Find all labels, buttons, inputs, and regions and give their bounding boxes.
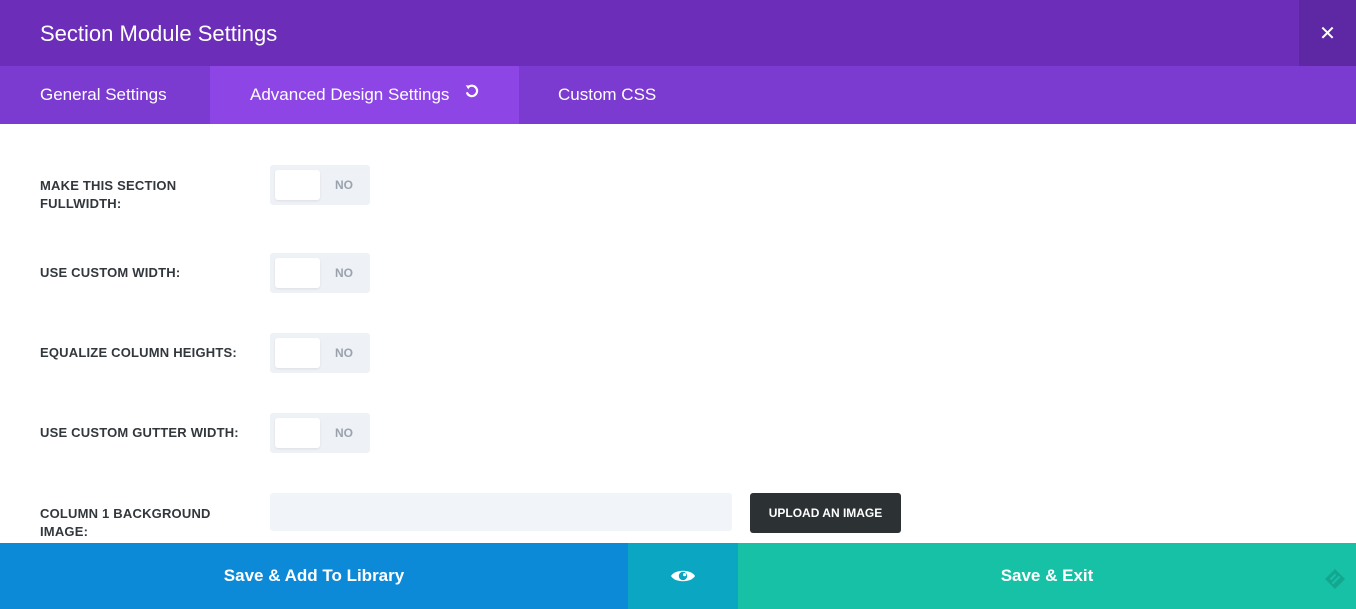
equalize-heights-label: Equalize Column Heights: [40, 345, 237, 360]
fullwidth-label: Make this section fullwidth: [40, 178, 177, 211]
eye-icon [671, 570, 695, 582]
fullwidth-toggle[interactable]: NO [270, 165, 370, 205]
tab-label: General Settings [40, 85, 167, 104]
tab-general-settings[interactable]: General Settings [0, 66, 210, 124]
toggle-knob [275, 170, 320, 200]
modal-footer: Save & Add To Library Save & Exit [0, 543, 1356, 609]
gutter-width-toggle[interactable]: NO [270, 413, 370, 453]
toggle-state: NO [335, 426, 353, 440]
tab-label: Advanced Design Settings [250, 85, 450, 104]
save-exit-button[interactable]: Save & Exit [738, 543, 1356, 609]
close-icon: ✕ [1319, 22, 1336, 45]
save-add-to-library-button[interactable]: Save & Add To Library [0, 543, 628, 609]
toggle-state: NO [335, 178, 353, 192]
column-bg-image-label: Column 1 Background Image: [40, 506, 211, 539]
expand-icon[interactable] [1324, 568, 1346, 590]
tab-label: Custom CSS [558, 85, 657, 104]
tab-advanced-design-settings[interactable]: Advanced Design Settings [210, 66, 519, 124]
section-settings-modal: Section Module Settings ✕ General Settin… [0, 0, 1356, 609]
column-bg-image-url-input[interactable] [270, 493, 732, 531]
settings-tabs: General Settings Advanced Design Setting… [0, 66, 1356, 124]
preview-button[interactable] [628, 543, 738, 609]
save-exit-label: Save & Exit [1000, 566, 1094, 585]
equalize-heights-toggle[interactable]: NO [270, 333, 370, 373]
custom-width-label: Use Custom Width: [40, 265, 181, 280]
toggle-knob [275, 258, 320, 288]
modal-header: Section Module Settings ✕ [0, 0, 1356, 66]
reset-icon[interactable] [464, 65, 480, 123]
toggle-knob [275, 418, 320, 448]
upload-image-button[interactable]: Upload an image [750, 493, 901, 533]
gutter-width-label: Use Custom Gutter Width: [40, 425, 239, 440]
toggle-state: NO [335, 346, 353, 360]
modal-title: Section Module Settings [40, 21, 278, 46]
toggle-state: NO [335, 266, 353, 280]
close-button[interactable]: ✕ [1299, 0, 1356, 66]
custom-width-toggle[interactable]: NO [270, 253, 370, 293]
tab-custom-css[interactable]: Custom CSS [558, 66, 656, 124]
toggle-knob [275, 338, 320, 368]
